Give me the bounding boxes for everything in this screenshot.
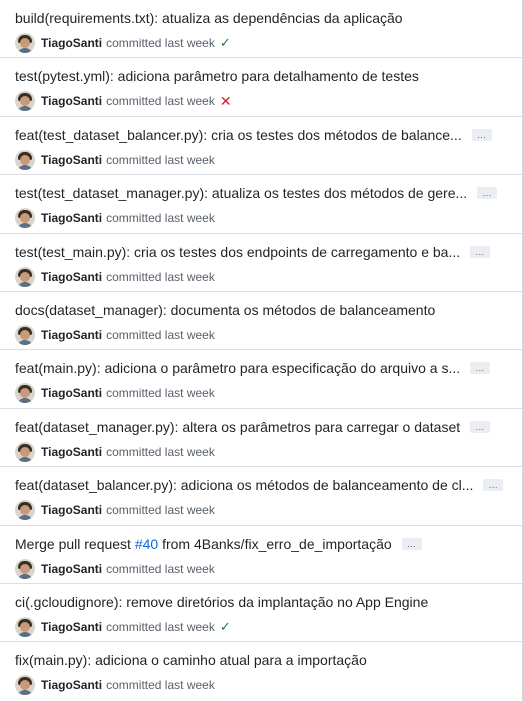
author-avatar[interactable] [15, 324, 35, 345]
author-avatar[interactable] [15, 500, 35, 521]
commit-title-suffix[interactable]: from 4Banks/fix_erro_de_importação [158, 536, 392, 552]
commit-row: feat(test_dataset_balancer.py): cria os … [0, 117, 522, 176]
commit-title-link[interactable]: build(requirements.txt): atualiza as dep… [15, 10, 403, 26]
check-icon[interactable]: ✓ [220, 620, 231, 633]
author-avatar[interactable] [15, 558, 35, 579]
author-link[interactable]: TiagoSanti [41, 678, 102, 692]
commit-row: fix(main.py): adiciona o caminho atual p… [0, 642, 522, 700]
author-link[interactable]: TiagoSanti [41, 36, 102, 50]
commit-time: committed last week [106, 619, 215, 634]
author-avatar[interactable] [15, 149, 35, 170]
expand-description-button[interactable]: ... [477, 187, 498, 200]
commit-row: test(test_dataset_manager.py): atualiza … [0, 175, 522, 234]
expand-description-button[interactable]: ... [470, 245, 491, 258]
expand-description-button[interactable]: ... [483, 479, 504, 492]
commit-row: build(requirements.txt): atualiza as dep… [0, 0, 522, 59]
commit-time: committed last week [106, 386, 215, 401]
commit-row: docs(dataset_manager): documenta os méto… [0, 292, 522, 351]
author-link[interactable]: TiagoSanti [41, 270, 102, 284]
commit-time: committed last week [106, 561, 215, 576]
commit-title-link[interactable]: ci(.gcloudignore): remove diretórios da … [15, 594, 428, 610]
author-link[interactable]: TiagoSanti [41, 386, 102, 400]
commit-title-link[interactable]: feat(test_dataset_balancer.py): cria os … [15, 127, 462, 143]
commit-row: feat(dataset_manager.py): altera os parâ… [0, 409, 522, 468]
commit-row: feat(dataset_balancer.py): adiciona os m… [0, 467, 522, 526]
commit-list: build(requirements.txt): atualiza as dep… [0, 0, 523, 701]
pull-request-link[interactable]: #40 [135, 536, 158, 552]
author-avatar[interactable] [15, 616, 35, 637]
author-link[interactable]: TiagoSanti [41, 153, 102, 167]
author-link[interactable]: TiagoSanti [41, 503, 102, 517]
commit-time: committed last week [106, 152, 215, 167]
expand-description-button[interactable]: ... [470, 362, 491, 375]
author-link[interactable]: TiagoSanti [41, 620, 102, 634]
commit-title-link[interactable]: fix(main.py): adiciona o caminho atual p… [15, 652, 367, 668]
commit-time: committed last week [106, 211, 215, 226]
author-link[interactable]: TiagoSanti [41, 94, 102, 108]
commit-time: committed last week [106, 327, 215, 342]
author-link[interactable]: TiagoSanti [41, 328, 102, 342]
commit-time: committed last week [106, 269, 215, 284]
author-avatar[interactable] [15, 266, 35, 287]
commit-title-link[interactable]: test(test_dataset_manager.py): atualiza … [15, 185, 467, 201]
commit-row: Merge pull request #40 from 4Banks/fix_e… [0, 526, 522, 584]
expand-description-button[interactable]: ... [471, 128, 492, 141]
commit-title-link[interactable]: feat(dataset_manager.py): altera os parâ… [15, 419, 460, 435]
author-link[interactable]: TiagoSanti [41, 445, 102, 459]
commit-title-link[interactable]: test(pytest.yml): adiciona parâmetro par… [15, 68, 419, 84]
author-avatar[interactable] [15, 33, 35, 53]
commit-title-prefix[interactable]: Merge pull request [15, 536, 135, 552]
commit-title-link: Merge pull request #40 from 4Banks/fix_e… [15, 536, 392, 552]
author-avatar[interactable] [15, 383, 35, 404]
author-avatar[interactable] [15, 675, 35, 696]
x-icon[interactable]: ✕ [220, 94, 232, 108]
commit-row: feat(main.py): adiciona o parâmetro para… [0, 350, 522, 409]
commit-title-link[interactable]: feat(main.py): adiciona o parâmetro para… [15, 360, 460, 376]
author-avatar[interactable] [15, 208, 35, 229]
commit-title-link[interactable]: feat(dataset_balancer.py): adiciona os m… [15, 477, 473, 493]
expand-description-button[interactable]: ... [401, 537, 422, 550]
commit-time: committed last week [106, 444, 215, 459]
author-avatar[interactable] [15, 91, 35, 112]
author-link[interactable]: TiagoSanti [41, 211, 102, 225]
commit-row: test(pytest.yml): adiciona parâmetro par… [0, 58, 522, 117]
commit-title-link[interactable]: test(test_main.py): cria os testes dos e… [15, 244, 460, 260]
author-link[interactable]: TiagoSanti [41, 562, 102, 576]
author-avatar[interactable] [15, 441, 35, 462]
commit-time: committed last week [106, 678, 215, 693]
commit-title-link[interactable]: docs(dataset_manager): documenta os méto… [15, 302, 435, 318]
expand-description-button[interactable]: ... [470, 420, 491, 433]
commit-row: test(test_main.py): cria os testes dos e… [0, 234, 522, 292]
commit-time: committed last week [106, 503, 215, 518]
commit-time: committed last week [106, 94, 215, 109]
commit-row: ci(.gcloudignore): remove diretórios da … [0, 584, 522, 643]
commit-time: committed last week [106, 36, 215, 50]
check-icon[interactable]: ✓ [220, 36, 231, 49]
